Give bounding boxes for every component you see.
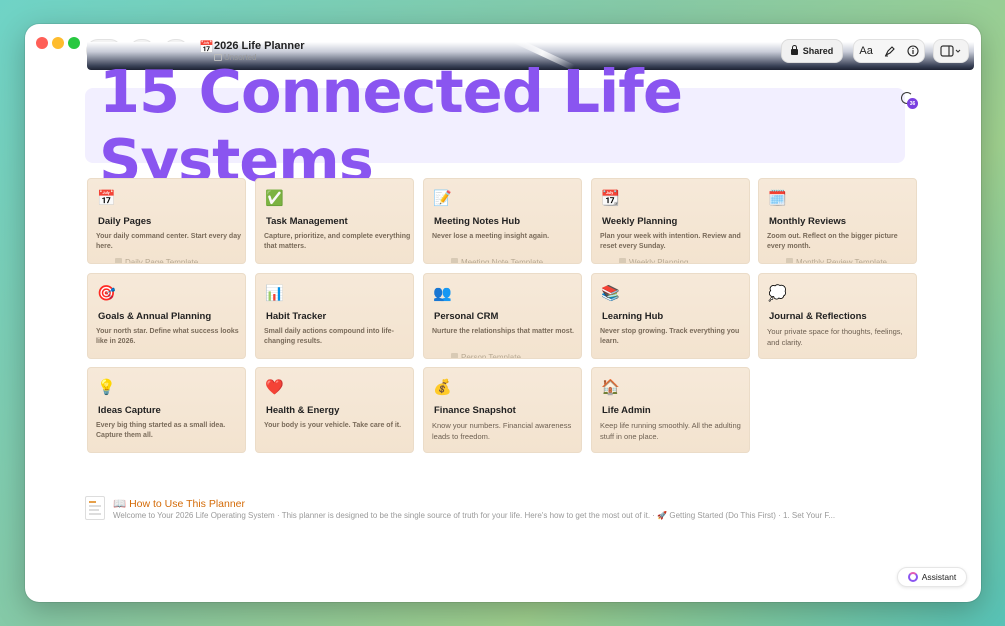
system-card-icon: 📊 — [265, 285, 284, 302]
system-card-icon: 🏠 — [601, 379, 620, 396]
system-card-description: Small daily actions compound into life-c… — [264, 328, 394, 345]
template-link[interactable]: Meeting Note Template — [434, 258, 544, 264]
page-icon — [451, 258, 458, 263]
system-card-icon: 💡 — [97, 379, 116, 396]
panel-right-icon — [940, 45, 961, 57]
system-card[interactable]: 💭 Journal & Reflections Your private space… — [758, 273, 917, 359]
system-card-icon: ✅ — [265, 190, 284, 207]
system-card-title: Goals & Annual Planning — [98, 311, 212, 322]
template-link[interactable]: Person Template — [434, 353, 521, 359]
page-icon — [619, 258, 626, 263]
system-card-icon: 👥 — [433, 285, 452, 302]
system-card-icon: 💭 — [768, 285, 787, 302]
system-card[interactable]: 📚 Learning Hub Never stop growing. Track e… — [591, 273, 750, 359]
howto-title: How to Use This Planner — [129, 498, 246, 510]
system-card-title: Learning Hub — [602, 311, 664, 322]
page-icon — [451, 353, 458, 358]
page-icon — [786, 258, 793, 263]
text-format-button[interactable]: Aa — [859, 45, 872, 57]
system-card-icon: 📆 — [601, 190, 620, 207]
system-card-icon: 🗓️ — [768, 190, 787, 207]
page-icon — [115, 258, 122, 263]
system-card-title: Journal & Reflections — [769, 311, 867, 322]
zoom-window-button[interactable] — [68, 37, 80, 49]
system-card-description: Your north star. Define what success loo… — [96, 328, 239, 345]
system-card[interactable]: 🏠 Life Admin Keep life running smoothly. A… — [591, 367, 750, 453]
system-card-icon: 🎯 — [97, 285, 116, 302]
system-card-title: Ideas Capture — [98, 405, 161, 416]
system-card-title: Meeting Notes Hub — [434, 216, 521, 227]
template-link-label: Monthly Review Template — [796, 258, 888, 264]
system-card-icon: 💰 — [433, 379, 452, 396]
system-card[interactable]: 🎯 Goals & Annual Planning Your north star.… — [87, 273, 246, 359]
system-card-description: Keep life running smoothly. All the adul… — [600, 421, 741, 441]
app-window: 📅 2026 Life Planner Unsorted Shared Aa 1… — [25, 24, 981, 602]
template-link-label: Daily Page Template — [125, 258, 199, 264]
system-card-description: Your daily command center. Start every d… — [96, 233, 241, 250]
template-link-label: Person Template — [461, 353, 521, 359]
system-card[interactable]: 📅 Daily Pages Your daily command center. S… — [87, 178, 246, 264]
highlighter-icon[interactable] — [884, 45, 896, 57]
system-card[interactable]: ❤️ Health & Energy Your body is your vehic… — [255, 367, 414, 453]
system-card-icon: ❤️ — [265, 379, 284, 396]
template-link-label: Weekly Planning — [629, 258, 689, 264]
page-title[interactable]: 15 Connected Life Systems — [85, 57, 905, 195]
template-link[interactable]: Weekly Planning — [602, 258, 689, 264]
system-card-description: Your private space for thoughts, feeling… — [767, 327, 903, 347]
document-thumbnail[interactable] — [85, 496, 105, 520]
system-card-description: Never lose a meeting insight again. — [432, 233, 550, 240]
howto-link[interactable]: 📖 How to Use This Planner — [113, 497, 245, 510]
system-card-description: Never stop growing. Track everything you… — [600, 328, 740, 345]
system-card-description: Zoom out. Reflect on the bigger picture … — [767, 233, 898, 250]
assistant-button[interactable]: Assistant — [897, 567, 967, 587]
close-window-button[interactable] — [36, 37, 48, 49]
system-card[interactable]: 💡 Ideas Capture Every big thing started as… — [87, 367, 246, 453]
lock-icon — [790, 45, 798, 55]
assistant-label: Assistant — [921, 572, 957, 582]
system-card-title: Weekly Planning — [602, 216, 678, 227]
system-card-title: Health & Energy — [266, 405, 340, 416]
system-card-description: Every big thing started as a small idea.… — [96, 422, 226, 439]
system-card[interactable]: 📊 Habit Tracker Small daily actions compou… — [255, 273, 414, 359]
system-card[interactable]: 🗓️ Monthly Reviews Zoom out. Reflect on th… — [758, 178, 917, 264]
template-link[interactable]: Daily Page Template — [98, 258, 199, 264]
system-card-description: Capture, prioritize, and complete everyt… — [264, 233, 411, 250]
template-link-label: Meeting Note Template — [461, 258, 544, 264]
system-card-title: Personal CRM — [434, 311, 499, 322]
calendar-icon: 📅 — [199, 40, 214, 54]
system-card-description: Nurture the relationships that matter mo… — [432, 328, 574, 335]
howto-preview-text: Welcome to Your 2026 Life Operating Syst… — [113, 511, 836, 520]
avatar-count-badge: 36 — [907, 98, 918, 109]
document-title[interactable]: 2026 Life Planner — [214, 40, 305, 52]
system-card[interactable]: ✅ Task Management Capture, prioritize, and… — [255, 178, 414, 264]
system-card[interactable]: 👥 Personal CRM Nurture the relationships t… — [423, 273, 582, 359]
system-card-icon: 📚 — [601, 285, 620, 302]
minimize-window-button[interactable] — [52, 37, 64, 49]
system-card-description: Plan your week with intention. Review an… — [600, 233, 741, 250]
info-icon[interactable] — [907, 45, 919, 57]
template-link[interactable]: Monthly Review Template — [769, 258, 888, 264]
shared-label: Shared — [802, 46, 834, 56]
system-card-description: Your body is your vehicle. Take care of … — [264, 422, 402, 429]
system-card[interactable]: 📆 Weekly Planning Plan your week with inte… — [591, 178, 750, 264]
book-icon: 📖 — [113, 498, 127, 510]
inspector-toggle-button[interactable] — [933, 39, 969, 63]
assistant-icon — [907, 572, 918, 582]
system-card-title: Task Management — [266, 216, 348, 227]
system-card-icon: 📝 — [433, 190, 452, 207]
system-card-title: Habit Tracker — [266, 311, 327, 322]
system-card-title: Life Admin — [602, 405, 651, 416]
collaborator-avatar[interactable]: 36 — [901, 92, 919, 110]
system-card[interactable]: 💰 Finance Snapshot Know your numbers. Fina… — [423, 367, 582, 453]
system-card-title: Daily Pages — [98, 216, 152, 227]
system-card-title: Finance Snapshot — [434, 405, 516, 416]
system-card-description: Know your numbers. Financial awareness l… — [432, 421, 572, 441]
system-card[interactable]: 📝 Meeting Notes Hub Never lose a meeting i… — [423, 178, 582, 264]
system-card-title: Monthly Reviews — [769, 216, 847, 227]
system-card-icon: 📅 — [97, 190, 116, 207]
